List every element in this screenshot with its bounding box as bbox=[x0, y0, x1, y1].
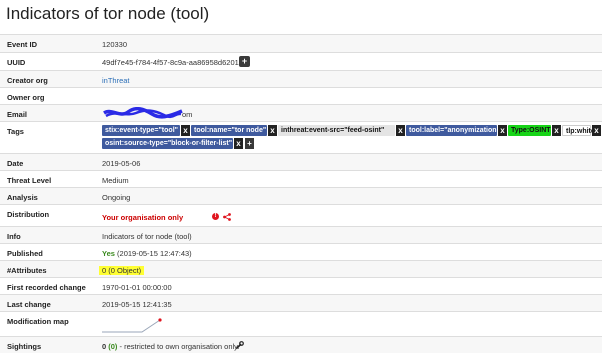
row-attributes: #Attributes 0 (0 Object) bbox=[0, 260, 602, 277]
published-status: Yes bbox=[102, 249, 115, 258]
tag-osint-source-type[interactable]: osint:source-type="block-or-filter-list" bbox=[102, 138, 233, 149]
date-label: Date bbox=[7, 159, 24, 168]
wrench-icon[interactable] bbox=[236, 341, 244, 349]
tag-remove-icon[interactable]: x bbox=[181, 125, 190, 136]
sparkline-point bbox=[158, 318, 162, 322]
event-id-label: Event ID bbox=[7, 40, 38, 49]
tag-remove-icon[interactable]: x bbox=[592, 125, 601, 136]
creator-org-label: Creator org bbox=[7, 76, 48, 85]
page-title: Indicators of tor node (tool) bbox=[6, 4, 210, 23]
tag-remove-icon[interactable]: x bbox=[552, 125, 561, 136]
info-value: Indicators of tor node (tool) bbox=[102, 232, 192, 241]
tag-type-osint[interactable]: Type:OSINT bbox=[508, 125, 551, 136]
distribution-label: Distribution bbox=[7, 210, 50, 219]
tag-remove-icon[interactable]: x bbox=[268, 125, 277, 136]
tag-tlp-white[interactable]: tlp:white bbox=[562, 125, 595, 136]
add-tag-button[interactable]: + bbox=[245, 138, 254, 149]
distribution-value: Your organisation only bbox=[102, 213, 184, 222]
creator-org-link[interactable]: inThreat bbox=[102, 76, 130, 85]
row-first-recorded-change: First recorded change 1970-01-01 00:00:0… bbox=[0, 277, 602, 294]
row-owner-org: Owner org bbox=[0, 87, 602, 104]
last-change-value: 2019-05-15 12:41:35 bbox=[102, 300, 172, 309]
tag-remove-icon[interactable]: x bbox=[234, 138, 243, 149]
tag-tool-name[interactable]: tool:name="tor node" bbox=[191, 125, 267, 136]
date-value: 2019-05-06 bbox=[102, 159, 141, 168]
row-modification-map: Modification map bbox=[0, 311, 602, 336]
tags-label: Tags bbox=[7, 127, 24, 136]
tag-stix-event-type[interactable]: stix:event-type="tool" bbox=[102, 125, 180, 136]
email-label: Email bbox=[7, 110, 28, 119]
analysis-label: Analysis bbox=[7, 193, 38, 202]
owner-org-label: Owner org bbox=[7, 93, 45, 102]
sightings-count: 0 bbox=[102, 342, 107, 351]
row-date: Date 2019-05-06 bbox=[0, 153, 602, 170]
row-info: Info Indicators of tor node (tool) bbox=[0, 226, 602, 243]
uuid-value: 49df7e45-f784-4f57-8c9a-aa86958d6201 bbox=[102, 58, 239, 67]
first-recorded-change-value: 1970-01-01 00:00:00 bbox=[102, 283, 172, 292]
uuid-add-button[interactable]: + bbox=[239, 56, 250, 67]
modification-map-label: Modification map bbox=[7, 317, 69, 326]
row-last-change: Last change 2019-05-15 12:41:35 bbox=[0, 294, 602, 311]
uuid-label: UUID bbox=[7, 58, 26, 67]
redacted-email-scribble bbox=[103, 107, 183, 119]
tag-remove-icon[interactable]: x bbox=[498, 125, 507, 136]
threat-level-value: Medium bbox=[102, 176, 129, 185]
exclamation-circle-icon[interactable]: ! bbox=[212, 213, 219, 220]
row-threat-level: Threat Level Medium bbox=[0, 170, 602, 187]
tag-tool-label[interactable]: tool:label="anonymization" bbox=[406, 125, 500, 136]
share-nodes-icon[interactable] bbox=[223, 213, 231, 221]
tag-inthreat-event-src[interactable]: inthreat:event-src="feed-osint" bbox=[278, 125, 395, 136]
threat-level-label: Threat Level bbox=[7, 176, 52, 185]
row-tags: Tags stix:event-type="tool" x tool:name=… bbox=[0, 121, 602, 153]
row-sightings: Sightings 0 (0) - restricted to own orga… bbox=[0, 336, 602, 353]
sightings-label: Sightings bbox=[7, 342, 42, 351]
attributes-count: 0 (0 Object) bbox=[99, 266, 145, 275]
published-date: (2019-05-15 12:47:43) bbox=[117, 249, 192, 258]
row-email: Email om bbox=[0, 104, 602, 121]
event-id-value: 120330 bbox=[102, 40, 128, 49]
published-label: Published bbox=[7, 249, 43, 258]
modification-sparkline bbox=[102, 318, 162, 333]
event-metadata-table: Event ID 120330 UUID 49df7e45-f784-4f57-… bbox=[0, 34, 602, 353]
first-recorded-change-label: First recorded change bbox=[7, 283, 86, 292]
tag-remove-icon[interactable]: x bbox=[396, 125, 405, 136]
row-analysis: Analysis Ongoing bbox=[0, 187, 602, 204]
row-distribution: Distribution Your organisation only ! bbox=[0, 204, 602, 226]
sightings-value: 0 (0) - restricted to own organisation o… bbox=[102, 342, 239, 351]
last-change-label: Last change bbox=[7, 300, 51, 309]
email-visible-suffix: om bbox=[182, 110, 193, 119]
sightings-note: restricted to own organisation only. bbox=[124, 342, 240, 351]
row-uuid: UUID 49df7e45-f784-4f57-8c9a-aa86958d620… bbox=[0, 52, 602, 70]
info-label: Info bbox=[7, 232, 21, 241]
published-value: Yes (2019-05-15 12:47:43) bbox=[102, 249, 192, 258]
row-published: Published Yes (2019-05-15 12:47:43) bbox=[0, 243, 602, 260]
row-creator-org: Creator org inThreat bbox=[0, 70, 602, 87]
analysis-value: Ongoing bbox=[102, 193, 131, 202]
attributes-label: #Attributes bbox=[7, 266, 47, 275]
row-event-id: Event ID 120330 bbox=[0, 34, 602, 52]
